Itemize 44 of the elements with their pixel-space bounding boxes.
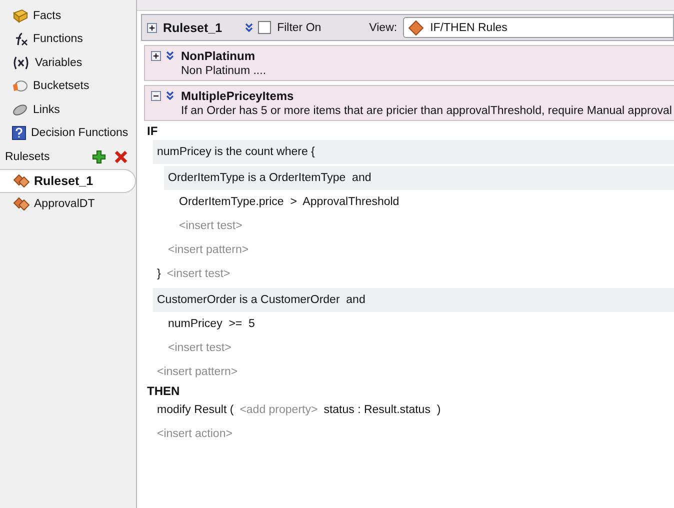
link-icon	[12, 102, 28, 117]
x-variable-icon	[12, 56, 30, 70]
test-expression[interactable]: OrderItemType.price > ApprovalThreshold	[179, 196, 400, 208]
rule-name: MultiplePriceyItems	[181, 89, 295, 103]
double-chevron-icon[interactable]	[165, 51, 175, 61]
rule-name: NonPlatinum	[181, 49, 256, 63]
rule-description: If an Order has 5 or more items that are pricier than approvalThreshold, require Manual approval	[181, 105, 673, 117]
stacked-diamonds-icon	[13, 174, 31, 188]
collapse-icon[interactable]	[151, 91, 161, 101]
sidebar-item[interactable]: Bucketsets	[33, 80, 90, 92]
stacked-diamonds-icon	[13, 197, 31, 211]
then-keyword: THEN	[147, 384, 181, 398]
pattern-row[interactable]: numPricey is the count where {	[153, 140, 674, 164]
rule-description: Non Platinum ....	[181, 65, 268, 77]
sidebar-item[interactable]: Variables	[35, 56, 82, 69]
delete-icon[interactable]	[114, 150, 128, 164]
if-keyword: IF	[147, 124, 159, 138]
rulesets-label: Rulesets	[5, 151, 51, 163]
expand-icon[interactable]	[151, 51, 161, 61]
filter-label: Filter On	[277, 22, 322, 34]
view-dropdown[interactable]: IF/THEN Rules	[403, 17, 673, 38]
sidebar-item[interactable]: Functions	[33, 33, 83, 46]
sidebar-item[interactable]: Links	[33, 104, 60, 116]
double-chevron-icon[interactable]	[244, 22, 254, 32]
pattern-row[interactable]: CustomerOrder is a CustomerOrder and	[153, 288, 674, 312]
pattern-row[interactable]: OrderItemType is a OrderItemType and	[164, 166, 674, 190]
sidebar-item[interactable]: Facts	[33, 10, 62, 22]
ruleset-name: Ruleset_1	[163, 20, 222, 34]
closing-brace: }	[157, 268, 161, 280]
add-icon[interactable]	[92, 150, 106, 164]
action-expression[interactable]: modify Result (	[157, 404, 234, 416]
filter-checkbox[interactable]	[258, 21, 272, 34]
action-expression[interactable]: status : Result.status )	[324, 404, 441, 416]
double-chevron-icon[interactable]	[165, 91, 175, 101]
test-expression[interactable]: numPricey >= 5	[168, 318, 255, 330]
diamond-icon	[408, 20, 424, 36]
view-label: View:	[369, 22, 398, 34]
question-icon	[12, 126, 26, 140]
expand-icon[interactable]	[147, 22, 157, 32]
ruleset-item[interactable]: ApprovalDT	[0, 193, 136, 215]
bucket-icon	[12, 79, 28, 94]
sidebar-item[interactable]: Decision Functions	[31, 127, 128, 140]
book-icon	[12, 8, 28, 23]
ruleset-item[interactable]: Ruleset_1	[0, 169, 136, 193]
